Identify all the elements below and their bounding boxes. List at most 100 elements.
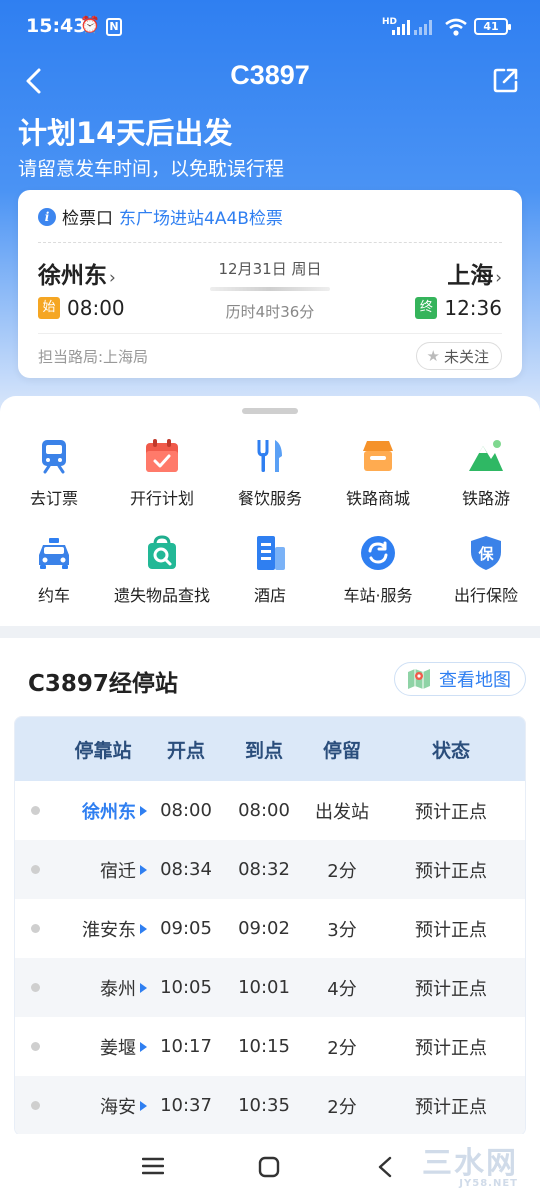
service-lost-found[interactable]: 遗失物品查找: [108, 533, 216, 606]
depart-cell: 10:17: [160, 1036, 212, 1057]
follow-label: 未关注: [443, 347, 489, 366]
lost-bag-icon: [148, 535, 176, 569]
gate-label: 检票口: [62, 209, 113, 229]
gate-value: 东广场进站4A4B检票: [119, 209, 283, 229]
arrive-cell: 09:02: [238, 918, 290, 939]
station-link[interactable]: 海安: [27, 1093, 147, 1119]
table-row[interactable]: 泰州 10:05 10:01 4分 预计正点: [15, 958, 525, 1017]
timeline-dot: [31, 1101, 40, 1110]
status-cell: 预计正点: [415, 978, 487, 1000]
stay-cell: 出发站: [315, 801, 369, 823]
table-row[interactable]: 淮安东 09:05 09:02 3分 预计正点: [15, 899, 525, 958]
depart-cell: 10:05: [160, 977, 212, 998]
stay-cell: 2分: [327, 860, 357, 882]
watermark-text: 三水网: [422, 1146, 518, 1181]
taxi-icon: [39, 538, 69, 569]
battery-level: 41: [483, 20, 499, 33]
shop-icon: [363, 441, 393, 471]
train-ticket-icon: [42, 440, 66, 474]
depart-cell: 08:00: [160, 800, 212, 821]
station-link[interactable]: 姜堰: [27, 1034, 147, 1060]
station-name: 宿迁: [100, 860, 136, 882]
service-schedule[interactable]: 开行计划: [108, 436, 216, 509]
stay-cell: 4分: [327, 978, 357, 1000]
star-icon: ★: [426, 347, 440, 365]
station-name: 泰州: [100, 978, 136, 1000]
service-station[interactable]: 车站·服务: [324, 533, 432, 606]
depart-info: 始 08:00: [38, 296, 125, 320]
station-link[interactable]: 徐州东: [27, 798, 147, 824]
to-station[interactable]: 上海 ›: [447, 256, 502, 290]
station-link[interactable]: 泰州: [27, 975, 147, 1001]
from-station-name: 徐州东: [38, 263, 107, 289]
stay-cell: 2分: [327, 1096, 357, 1118]
station-link[interactable]: 淮安东: [27, 916, 147, 942]
table-row[interactable]: 宿迁 08:34 08:32 2分 预计正点: [15, 840, 525, 899]
page-title: C3897: [230, 60, 310, 90]
service-tour[interactable]: 铁路游: [432, 436, 540, 509]
service-hotel[interactable]: 酒店: [216, 533, 324, 606]
trip-card: i 检票口 东广场进站4A4B检票 徐州东 › 上海 › 12月31日 周日 历时4…: [18, 190, 522, 378]
trip-date: 12月31日 周日: [218, 260, 322, 278]
map-icon: [408, 669, 430, 689]
col-station: 停靠站: [74, 739, 132, 762]
plan-headline: 计划14天后出发: [18, 116, 233, 150]
triangle-right-icon: [140, 805, 147, 816]
depart-cell: 08:34: [160, 859, 212, 880]
triangle-right-icon: [140, 1041, 147, 1052]
table-row[interactable]: 姜堰 10:17 10:15 2分 预计正点: [15, 1017, 525, 1076]
card-divider-2: [38, 333, 502, 334]
col-arrive: 到点: [244, 739, 283, 762]
depart-cell: 09:05: [160, 918, 212, 939]
nav-back-icon[interactable]: [376, 1156, 394, 1178]
service-label: 开行计划: [129, 489, 194, 508]
arrive-cell: 10:01: [238, 977, 290, 998]
col-status: 状态: [431, 739, 470, 762]
drag-handle[interactable]: [242, 408, 298, 414]
table-row[interactable]: 海安 10:37 10:35 2分 预计正点: [15, 1076, 525, 1135]
trip-duration: 历时4时36分: [225, 303, 315, 321]
info-icon: i: [38, 207, 56, 226]
hotel-icon: [257, 536, 285, 570]
station-link[interactable]: 宿迁: [27, 857, 147, 883]
triangle-right-icon: [140, 864, 147, 875]
service-label: 遗失物品查找: [113, 586, 210, 605]
service-label: 铁路游: [461, 489, 510, 508]
arrive-time: 12:36: [444, 296, 502, 320]
service-label: 餐饮服务: [237, 489, 302, 508]
follow-button[interactable]: ★ 未关注: [415, 342, 502, 370]
calendar-icon: [146, 439, 178, 472]
arrive-cell: 08:00: [238, 800, 290, 821]
bureau-label: 担当路局:上海局: [38, 348, 149, 366]
ticket-gate[interactable]: i 检票口 东广场进站4A4B检票: [38, 204, 283, 229]
service-label: 铁路商城: [345, 489, 410, 508]
triangle-right-icon: [140, 923, 147, 934]
menu-icon[interactable]: [142, 1157, 164, 1175]
station-name: 海安: [100, 1096, 136, 1118]
service-label: 约车: [37, 586, 70, 605]
service-car[interactable]: 约车: [0, 533, 108, 606]
status-cell: 预计正点: [415, 1096, 487, 1118]
svg-text:保: 保: [477, 545, 494, 563]
view-map-button[interactable]: 查看地图: [394, 662, 526, 696]
service-label: 车站·服务: [343, 586, 413, 605]
service-insurance[interactable]: 保 出行保险: [432, 533, 540, 606]
station-service-icon: [361, 536, 395, 570]
service-mall[interactable]: 铁路商城: [324, 436, 432, 509]
stay-cell: 2分: [327, 1037, 357, 1059]
table-body: 徐州东 08:00 08:00 出发站 预计正点 宿迁 08:34 08:32 …: [15, 781, 525, 1135]
status-time: 15:43: [26, 15, 87, 37]
timeline-dot: [31, 924, 40, 933]
depart-cell: 10:37: [160, 1095, 212, 1116]
home-icon[interactable]: [258, 1156, 280, 1178]
share-button[interactable]: [492, 66, 520, 94]
table-row[interactable]: 徐州东 08:00 08:00 出发站 预计正点: [15, 781, 525, 840]
arrive-cell: 08:32: [238, 859, 290, 880]
service-catering[interactable]: 餐饮服务: [216, 436, 324, 509]
chevron-right-icon: ›: [495, 268, 502, 288]
from-station[interactable]: 徐州东 ›: [38, 256, 116, 290]
col-depart: 开点: [166, 739, 205, 762]
watermark: 三水网 JY58.NET: [422, 1138, 518, 1189]
stops-table: 停靠站 开点 到点 停留 状态 徐州东 08:00 08:00 出发站 预计正点…: [14, 716, 526, 1136]
service-book-ticket[interactable]: 去订票: [0, 436, 108, 509]
